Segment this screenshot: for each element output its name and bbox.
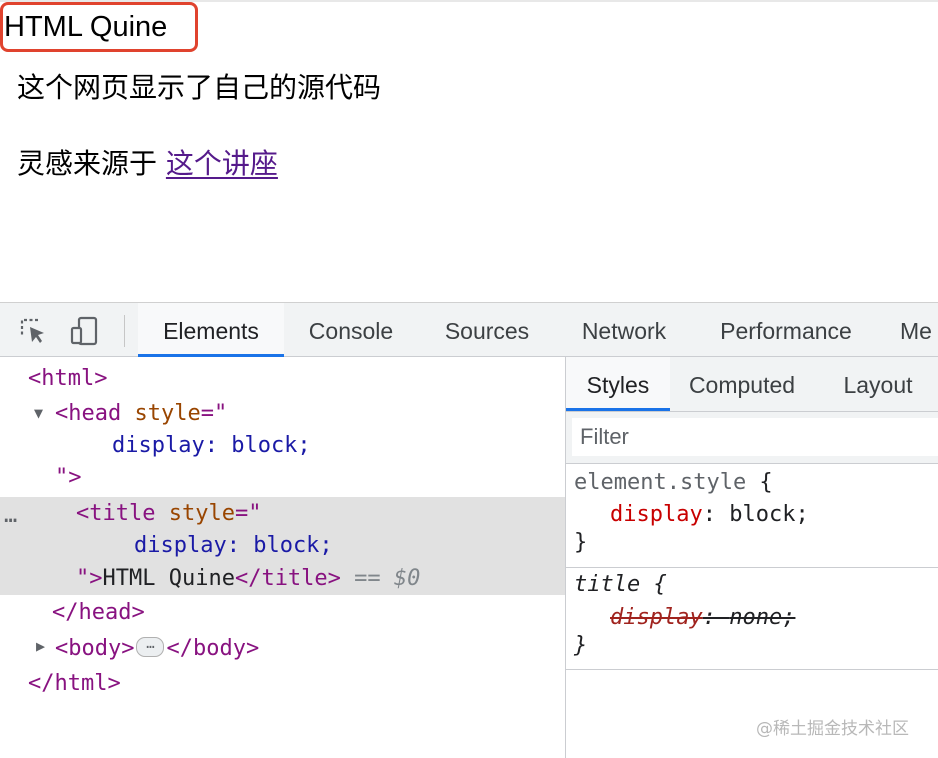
styles-filter-input[interactable]: [572, 418, 938, 456]
dom-title-style-value: display: block;: [134, 531, 333, 561]
dom-body[interactable]: <body>… </body>: [55, 634, 259, 664]
rule-1-value: block;: [729, 502, 809, 527]
dom-head-close-quote: ">: [55, 463, 82, 493]
tag-html-close: </html>: [28, 671, 121, 696]
dom-head-close[interactable]: </head>: [52, 598, 145, 628]
node-actions-dots[interactable]: …: [4, 503, 18, 528]
page-paragraph-2: 灵感来源于 这个讲座: [17, 142, 278, 182]
rule-1-close-brace: }: [574, 530, 588, 555]
rule-2-value: none;: [729, 605, 796, 630]
rule-1-close: }: [574, 528, 587, 558]
tag-head-open: <head: [55, 401, 135, 426]
elements-panel: … <html> ▼ <head style=" display: block;…: [0, 357, 565, 758]
rule-2-selector: title: [574, 572, 641, 597]
page-title-highlighted: HTML Quine: [0, 2, 198, 52]
dom-title-content[interactable]: ">HTML Quine</title> == $0: [76, 564, 420, 594]
rule-2-close: }: [574, 631, 587, 661]
selected-marker: ==: [340, 566, 394, 591]
rule-1-selector-line: element.style {: [574, 468, 773, 498]
attr-eq: =": [200, 401, 228, 426]
attr-style: style: [134, 401, 201, 426]
tab-memory-truncated[interactable]: Me: [900, 303, 938, 357]
watermark: @稀土掘金技术社区: [756, 719, 909, 739]
tab-console[interactable]: Console: [292, 303, 410, 357]
title-close-bracket: >: [89, 566, 103, 591]
tab-styles[interactable]: Styles: [566, 357, 670, 411]
selected-var: $0: [393, 566, 421, 591]
title-style-value-text: display: block;: [134, 533, 333, 558]
expand-head-icon[interactable]: ▼: [34, 404, 43, 422]
collapsed-children-icon[interactable]: …: [136, 637, 165, 657]
close-quote: ": [55, 465, 69, 490]
tab-layout[interactable]: Layout: [828, 357, 928, 411]
device-toolbar-icon[interactable]: [70, 316, 100, 346]
tag-title-close: </title>: [234, 566, 341, 591]
rule-1-declaration[interactable]: display: block;: [610, 500, 809, 530]
title-text-node: HTML Quine: [102, 566, 235, 591]
tag-body-open: <body>: [55, 636, 135, 661]
style-value-text: display: block;: [112, 433, 311, 458]
tag-html-open: <html>: [28, 366, 108, 391]
rule-element-style: element.style { display: block; }: [566, 464, 938, 568]
title-close-quote: ": [76, 566, 90, 591]
rule-1-property: display: [610, 502, 703, 527]
rule-1-open: {: [746, 470, 773, 495]
tab-sources[interactable]: Sources: [428, 303, 546, 357]
rule-2-close-brace: }: [574, 633, 588, 658]
tab-elements[interactable]: Elements: [138, 303, 284, 357]
page-paragraph-1: 这个网页显示了自己的源代码: [17, 71, 382, 104]
tag-body-close: </body>: [166, 636, 260, 661]
inspect-element-icon[interactable]: [18, 316, 48, 346]
rule-2-colon: :: [702, 605, 730, 630]
rule-title: title { display: none; }: [566, 568, 938, 670]
rule-2-open: {: [640, 572, 667, 597]
dom-html-open[interactable]: <html>: [28, 364, 107, 394]
rule-2-property: display: [610, 605, 703, 630]
paragraph-2-prefix: 灵感来源于: [17, 147, 166, 180]
tab-network[interactable]: Network: [566, 303, 682, 357]
filter-bar: [566, 412, 938, 464]
styles-tabbar: Styles Computed Layout: [566, 357, 938, 412]
rule-1-colon: :: [702, 502, 730, 527]
rule-2-selector-line: title {: [574, 570, 667, 600]
close-bracket: >: [68, 465, 82, 490]
rule-2-declaration-overridden[interactable]: display: none;: [610, 603, 795, 633]
lecture-link[interactable]: 这个讲座: [166, 147, 278, 180]
tag-head-close: </head>: [52, 600, 145, 625]
tab-computed[interactable]: Computed: [678, 357, 806, 411]
dom-head-open[interactable]: <head style=": [55, 399, 227, 429]
tag-title-open: <title: [76, 501, 169, 526]
dom-html-close[interactable]: </html>: [28, 669, 121, 699]
tab-performance[interactable]: Performance: [704, 303, 868, 357]
dom-title-open[interactable]: <title style=": [76, 499, 261, 529]
expand-body-icon[interactable]: ▶: [36, 637, 45, 655]
toolbar-separator: [124, 315, 125, 347]
attr-eq-title: =": [234, 501, 262, 526]
devtools-toolbar: Elements Console Sources Network Perform…: [0, 302, 938, 357]
dom-head-style-value: display: block;: [112, 431, 311, 461]
attr-style-title: style: [168, 501, 235, 526]
rule-1-selector: element.style: [574, 470, 747, 495]
